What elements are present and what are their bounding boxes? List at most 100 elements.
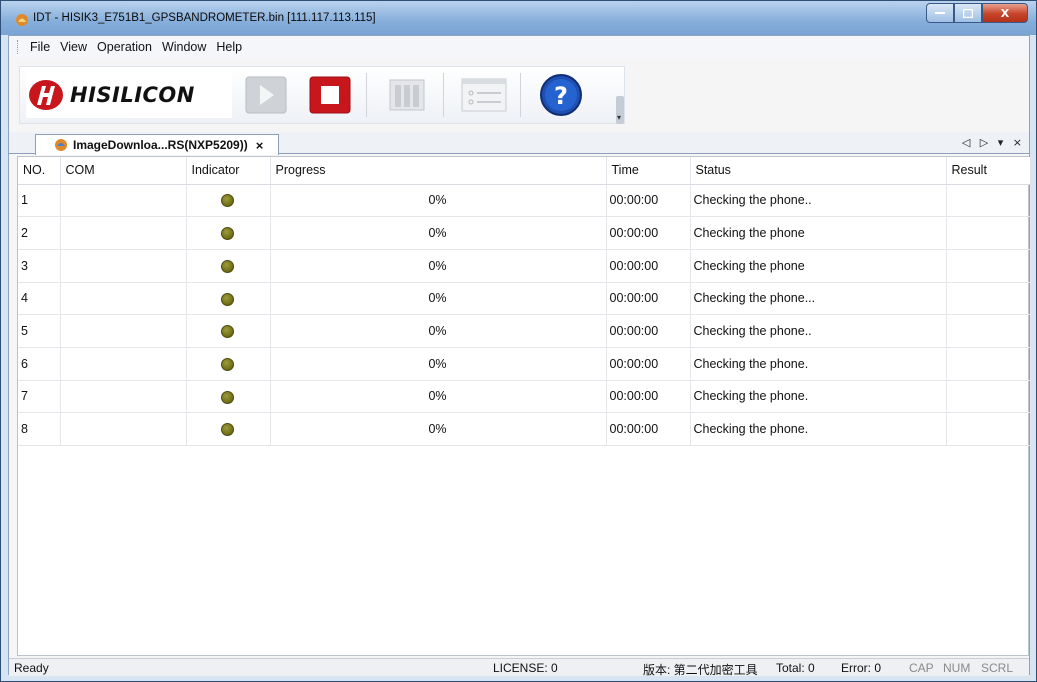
maximize-button[interactable] [954,3,982,23]
cell-indicator [186,184,271,218]
cell-result [946,347,1031,381]
cell-indicator [186,412,271,446]
cell-com [60,347,187,381]
table-row[interactable]: 1 0% 00:00:00 Checking the phone.. [18,184,1031,218]
close-button[interactable]: X [982,3,1028,23]
cell-no: 7 [18,380,61,414]
cell-time: 00:00:00 [606,412,691,446]
cell-status: Checking the phone.. [690,184,947,218]
status-cap: CAP [909,661,934,675]
table-row[interactable]: 7 0% 00:00:00 Checking the phone. [18,380,1031,414]
table-row[interactable]: 8 0% 00:00:00 Checking the phone. [18,412,1031,446]
column-header-time[interactable]: Time [606,157,691,185]
tab-icon [55,139,67,151]
cell-progress: 0% [270,380,607,414]
menu-bar: File View Operation Window Help [9,36,1029,58]
toolbar: HISILICON ? [19,66,625,124]
menu-window[interactable]: Window [160,40,214,54]
cell-progress: 0% [270,412,607,446]
stop-button[interactable] [300,70,360,120]
cell-progress: 0% [270,216,607,250]
cell-result [946,184,1031,218]
toolbar-overflow-button[interactable]: ▾ [616,96,624,124]
help-icon: ? [540,74,582,116]
indicator-led-icon [221,357,234,371]
cell-no: 1 [18,184,61,218]
cell-progress: 0% [270,249,607,283]
tools-button[interactable] [377,70,437,120]
cell-result [946,380,1031,414]
menu-view[interactable]: View [58,40,95,54]
column-header-no[interactable]: NO. [18,157,61,185]
cell-com [60,216,187,250]
indicator-led-icon [221,423,234,437]
chevron-down-icon: ▾ [617,113,622,122]
cell-com [60,314,187,348]
column-header-status[interactable]: Status [690,157,947,185]
cell-progress: 0% [270,282,607,316]
start-icon [245,76,287,114]
cell-no: 8 [18,412,61,446]
cell-com [60,412,187,446]
cell-no: 6 [18,347,61,381]
column-header-result[interactable]: Result [946,157,1031,185]
help-button[interactable]: ? [531,70,591,120]
table-row[interactable]: 3 0% 00:00:00 Checking the phone [18,249,1031,283]
hisilicon-logo-icon [29,80,63,110]
table-row[interactable]: 4 0% 00:00:00 Checking the phone... [18,282,1031,316]
column-header-indicator[interactable]: Indicator [186,157,271,185]
cell-time: 00:00:00 [606,282,691,316]
status-ready: Ready [14,661,49,675]
tab-close-icon[interactable]: × [256,138,264,153]
menu-file[interactable]: File [28,40,58,54]
cell-status: Checking the phone. [690,347,947,381]
cell-com [60,380,187,414]
cell-status: Checking the phone.. [690,314,947,348]
status-scrl: SCRL [981,661,1014,675]
cell-time: 00:00:00 [606,216,691,250]
column-header-com[interactable]: COM [60,157,187,185]
cell-status: Checking the phone. [690,380,947,414]
menu-operation[interactable]: Operation [95,40,160,54]
cell-result [946,216,1031,250]
table-header: NO. COM Indicator Progress Time Status R… [18,157,1031,185]
cell-time: 00:00:00 [606,314,691,348]
toolbar-separator [366,73,367,117]
client-area: File View Operation Window Help HISILICO… [8,35,1031,677]
close-icon: X [1000,6,1010,20]
table-row[interactable]: 5 0% 00:00:00 Checking the phone.. [18,314,1031,348]
tab-image-download[interactable]: ImageDownloa...RS(NXP5209)) × [35,134,279,155]
cell-result [946,282,1031,316]
status-bar: Ready LICENSE: 0 版本: 第二代加密工具 Total: 0 Er… [9,658,1029,677]
cell-no: 2 [18,216,61,250]
menu-help[interactable]: Help [214,40,250,54]
settings-dialog-button[interactable] [454,70,514,120]
app-icon [16,14,28,26]
cell-indicator [186,282,271,316]
tab-nav-controls[interactable]: ◁ ▷ ▾ × [962,136,1025,149]
column-header-progress[interactable]: Progress [270,157,607,185]
minimize-button[interactable] [926,3,954,23]
title-bar[interactable]: IDT - HISIK3_E751B1_GPSBANDROMETER.bin [… [1,1,1036,35]
status-version: 版本: 第二代加密工具 [643,663,758,677]
start-button[interactable] [236,70,296,120]
cell-result [946,412,1031,446]
minimize-icon [935,12,945,14]
status-license: LICENSE: 0 [493,661,558,675]
cell-time: 00:00:00 [606,184,691,218]
maximize-icon [963,8,973,18]
indicator-led-icon [221,390,234,404]
table-row[interactable]: 2 0% 00:00:00 Checking the phone [18,216,1031,250]
cell-no: 3 [18,249,61,283]
table-row[interactable]: 6 0% 00:00:00 Checking the phone. [18,347,1031,381]
tab-strip: ImageDownloa...RS(NXP5209)) × ◁ ▷ ▾ × [9,132,1029,155]
tools-icon [389,79,425,111]
cell-no: 5 [18,314,61,348]
cell-progress: 0% [270,314,607,348]
settings-dialog-icon [461,78,507,112]
cell-status: Checking the phone [690,249,947,283]
toolbar-separator [443,73,444,117]
window-title: IDT - HISIK3_E751B1_GPSBANDROMETER.bin [… [33,12,376,24]
cell-status: Checking the phone. [690,412,947,446]
app-window: IDT - HISIK3_E751B1_GPSBANDROMETER.bin [… [0,0,1037,682]
